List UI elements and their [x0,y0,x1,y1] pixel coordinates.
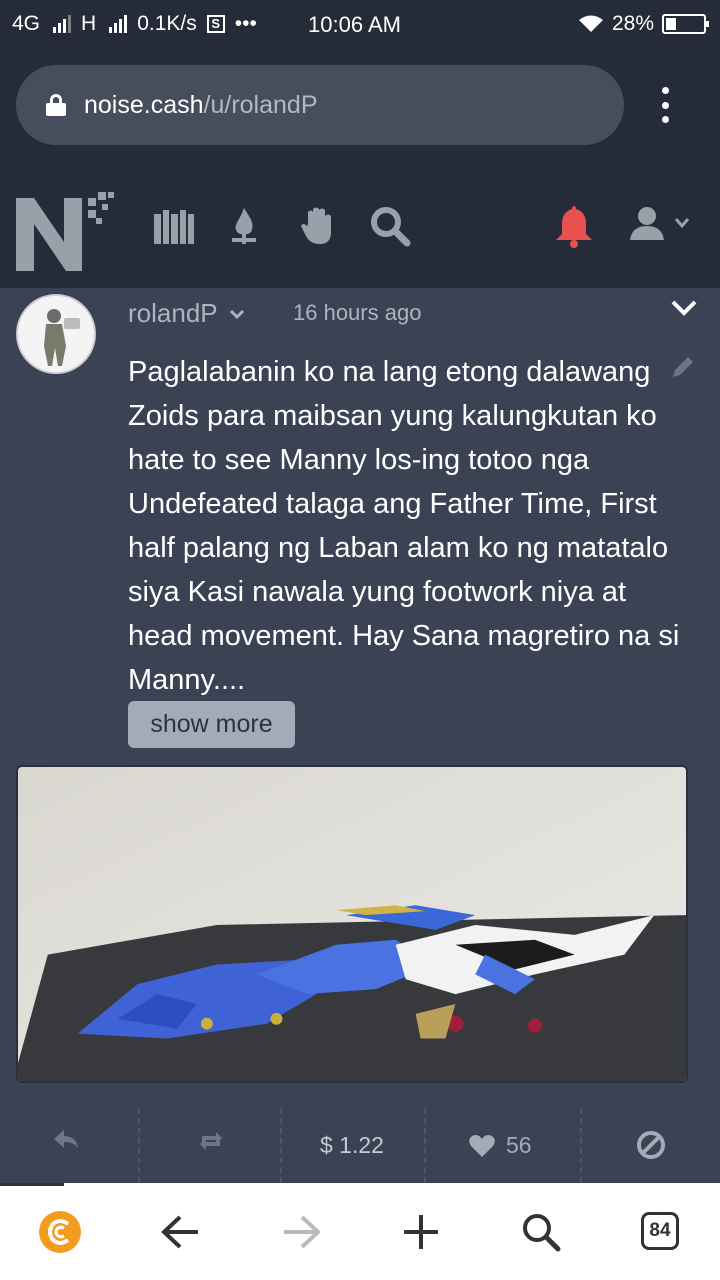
author-menu[interactable]: rolandP [128,298,246,329]
heart-icon [469,1134,495,1157]
post-image[interactable] [16,765,688,1083]
url-domain: noise.cash [84,90,204,119]
like-count: 56 [506,1132,532,1158]
signal-icon [53,15,72,33]
user-menu[interactable] [628,204,690,242]
battery-percent: 28% [611,12,654,35]
battery-icon [662,14,709,34]
bell-icon[interactable] [554,204,594,248]
network-label: 4G [12,12,41,35]
noise-cash-logo[interactable] [16,176,116,276]
speed-label: 0.1K/s [137,12,197,35]
flame-icon[interactable] [222,204,266,248]
browser-bottom-bar: 84 [0,1183,720,1280]
reply-icon[interactable] [52,1128,80,1150]
status-bar: 4G H 0.1K/s S ••• 10:06 AM 28% [0,0,720,50]
browser-logo-icon[interactable] [37,1209,83,1255]
show-more-button[interactable]: show more [128,701,295,748]
site-header [0,160,720,288]
wifi-icon [578,15,603,32]
author-name[interactable]: rolandP [128,298,218,329]
tip-amount[interactable]: $ 1.22 [320,1132,384,1159]
more-notifications-icon: ••• [234,12,257,35]
like-button[interactable]: 56 [468,1132,532,1159]
user-icon [630,207,664,240]
forward-arrow-icon[interactable] [278,1209,324,1255]
collapse-chevron-icon[interactable] [670,298,698,318]
library-icon[interactable] [152,204,196,248]
post-body: Paglalabanin ko na lang etong dalawang Z… [128,356,680,696]
clock: 10:06 AM [308,12,401,37]
repost-icon[interactable] [198,1130,224,1152]
s-badge-icon: S [206,15,225,33]
post-actions: $ 1.22 56 [0,1108,720,1183]
signal2-icon [109,15,128,33]
url-path: /u/rolandP [203,90,318,119]
url-text[interactable]: noise.cash/u/rolandP [84,91,318,120]
chevron-down-icon [229,309,244,319]
back-arrow-icon[interactable] [158,1209,204,1255]
post-card: rolandP 16 hours ago Paglalabanin ko na … [0,288,720,1183]
browser-menu-icon[interactable] [660,87,670,123]
hand-icon[interactable] [296,204,340,248]
network2-label: H [81,12,97,35]
search-icon[interactable] [518,1209,564,1255]
tab-count-button[interactable]: 84 [641,1212,679,1250]
browser-toolbar: noise.cash/u/rolandP [0,50,720,160]
lock-icon [46,94,66,116]
block-icon[interactable] [636,1130,666,1160]
new-tab-icon[interactable] [398,1209,444,1255]
post-time: 16 hours ago [293,300,422,325]
load-progress [0,1183,64,1186]
address-bar[interactable]: noise.cash/u/rolandP [16,65,624,145]
avatar[interactable] [16,294,96,374]
search-icon[interactable] [368,204,412,248]
chevron-down-icon [674,218,690,229]
